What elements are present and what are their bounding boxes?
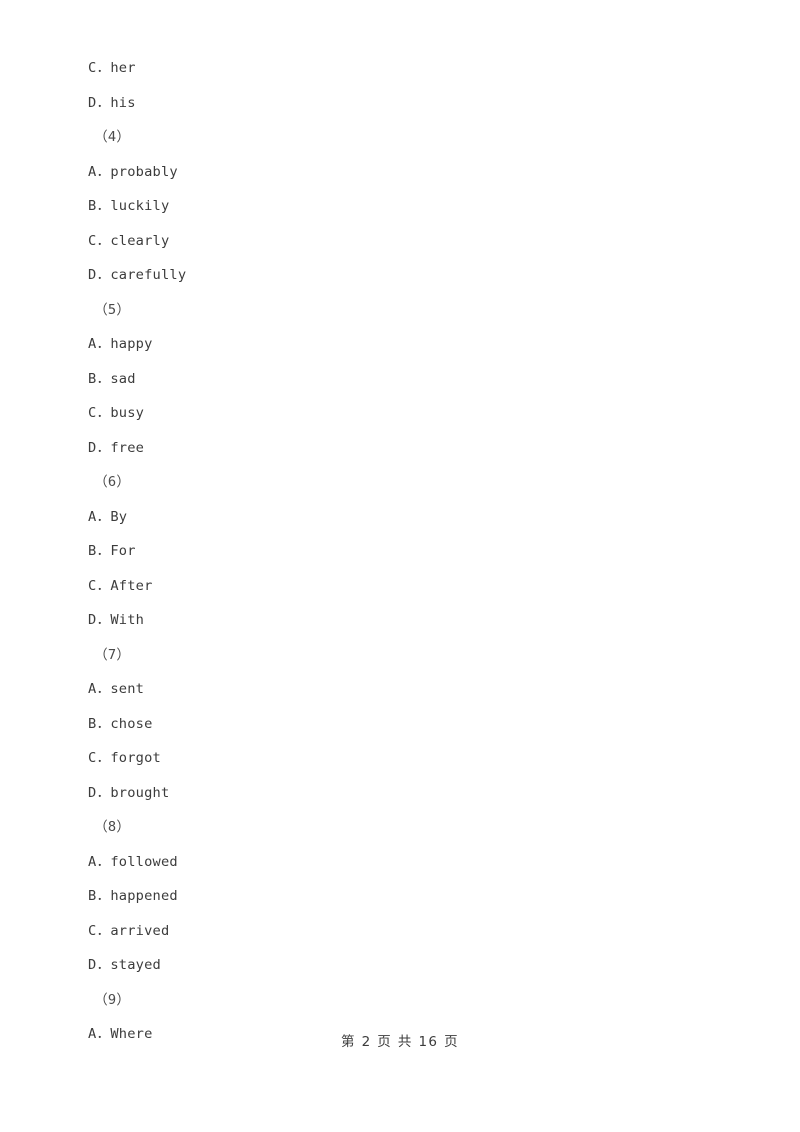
answer-option[interactable]: C．After	[88, 569, 708, 604]
option-text: sad	[110, 370, 136, 387]
option-text: After	[110, 577, 153, 594]
option-text: By	[110, 508, 128, 525]
option-separator: ．	[96, 267, 111, 283]
answer-option[interactable]: D．stayed	[88, 948, 708, 983]
option-separator: ．	[96, 888, 111, 904]
option-text: With	[110, 612, 145, 628]
answer-option[interactable]: A．sent	[88, 672, 708, 707]
answer-option[interactable]: D．With	[88, 603, 708, 638]
option-separator: ．	[96, 784, 111, 801]
option-text: her	[110, 60, 136, 76]
answer-option[interactable]: B．luckily	[88, 189, 708, 224]
option-separator: ．	[96, 681, 111, 697]
answer-option[interactable]: D．carefully	[88, 258, 708, 293]
answer-option[interactable]: D．brought	[88, 776, 708, 811]
question-group-marker: （8）	[94, 819, 131, 835]
option-separator: ．	[96, 853, 111, 870]
option-text: arrived	[110, 922, 170, 939]
option-separator: ．	[96, 957, 111, 973]
answer-option[interactable]: D．his	[88, 86, 708, 121]
option-separator: ．	[96, 750, 111, 766]
option-text: For	[110, 543, 136, 559]
option-text: chose	[110, 715, 153, 732]
option-separator: ．	[96, 612, 111, 628]
answer-option[interactable]: C．forgot	[88, 741, 708, 776]
question-group-marker: （5）	[94, 301, 131, 318]
answer-option[interactable]: B．happened	[88, 879, 708, 914]
option-text: forgot	[110, 750, 161, 766]
option-text: brought	[110, 784, 170, 801]
question-group-marker: （6）	[94, 474, 131, 490]
option-separator: ．	[96, 922, 111, 939]
option-text: stayed	[110, 957, 161, 973]
option-separator: ．	[96, 577, 111, 594]
option-separator: ．	[96, 543, 111, 559]
option-separator: ．	[96, 715, 111, 732]
document-page: C．her D．his （4） A．probably B．luckily C．clearl…	[0, 0, 800, 1132]
page-footer: 第 2 页 共 16 页	[340, 1034, 460, 1050]
option-text: carefully	[110, 267, 187, 283]
option-text: free	[110, 439, 145, 456]
option-text: happy	[110, 336, 153, 352]
question-options-list: C．her D．his （4） A．probably B．luckily C．clearl…	[88, 51, 708, 1052]
answer-option[interactable]: A．By	[88, 500, 708, 535]
option-text: luckily	[110, 198, 170, 214]
option-text: followed	[110, 853, 178, 870]
option-text: clearly	[110, 232, 170, 249]
option-separator: ．	[96, 336, 111, 352]
option-text: happened	[110, 888, 178, 904]
option-text: sent	[110, 681, 145, 697]
option-separator: ．	[96, 405, 111, 421]
answer-option[interactable]: A．probably	[88, 155, 708, 190]
question-group-marker: （4）	[94, 129, 131, 145]
question-group-marker: （9）	[94, 991, 131, 1008]
option-text: his	[110, 94, 136, 111]
option-separator: ．	[96, 232, 111, 249]
answer-option[interactable]: B．For	[88, 534, 708, 569]
option-separator: ．	[96, 508, 111, 525]
option-separator: ．	[96, 198, 111, 214]
answer-option[interactable]: D．free	[88, 431, 708, 466]
answer-option[interactable]: C．busy	[88, 396, 708, 431]
question-group-marker: （7）	[94, 646, 131, 663]
option-separator: ．	[96, 370, 111, 387]
answer-option[interactable]: C．her	[88, 51, 708, 86]
option-text: probably	[110, 163, 178, 180]
answer-option[interactable]: C．clearly	[88, 224, 708, 259]
answer-option[interactable]: A．followed	[88, 845, 708, 880]
option-separator: ．	[96, 60, 111, 76]
answer-option[interactable]: B．sad	[88, 362, 708, 397]
option-separator: ．	[96, 163, 111, 180]
option-text: busy	[110, 405, 145, 421]
option-separator: ．	[96, 94, 111, 111]
answer-option[interactable]: A．happy	[88, 327, 708, 362]
option-separator: ．	[96, 439, 111, 456]
answer-option[interactable]: C．arrived	[88, 914, 708, 949]
answer-option[interactable]: B．chose	[88, 707, 708, 742]
